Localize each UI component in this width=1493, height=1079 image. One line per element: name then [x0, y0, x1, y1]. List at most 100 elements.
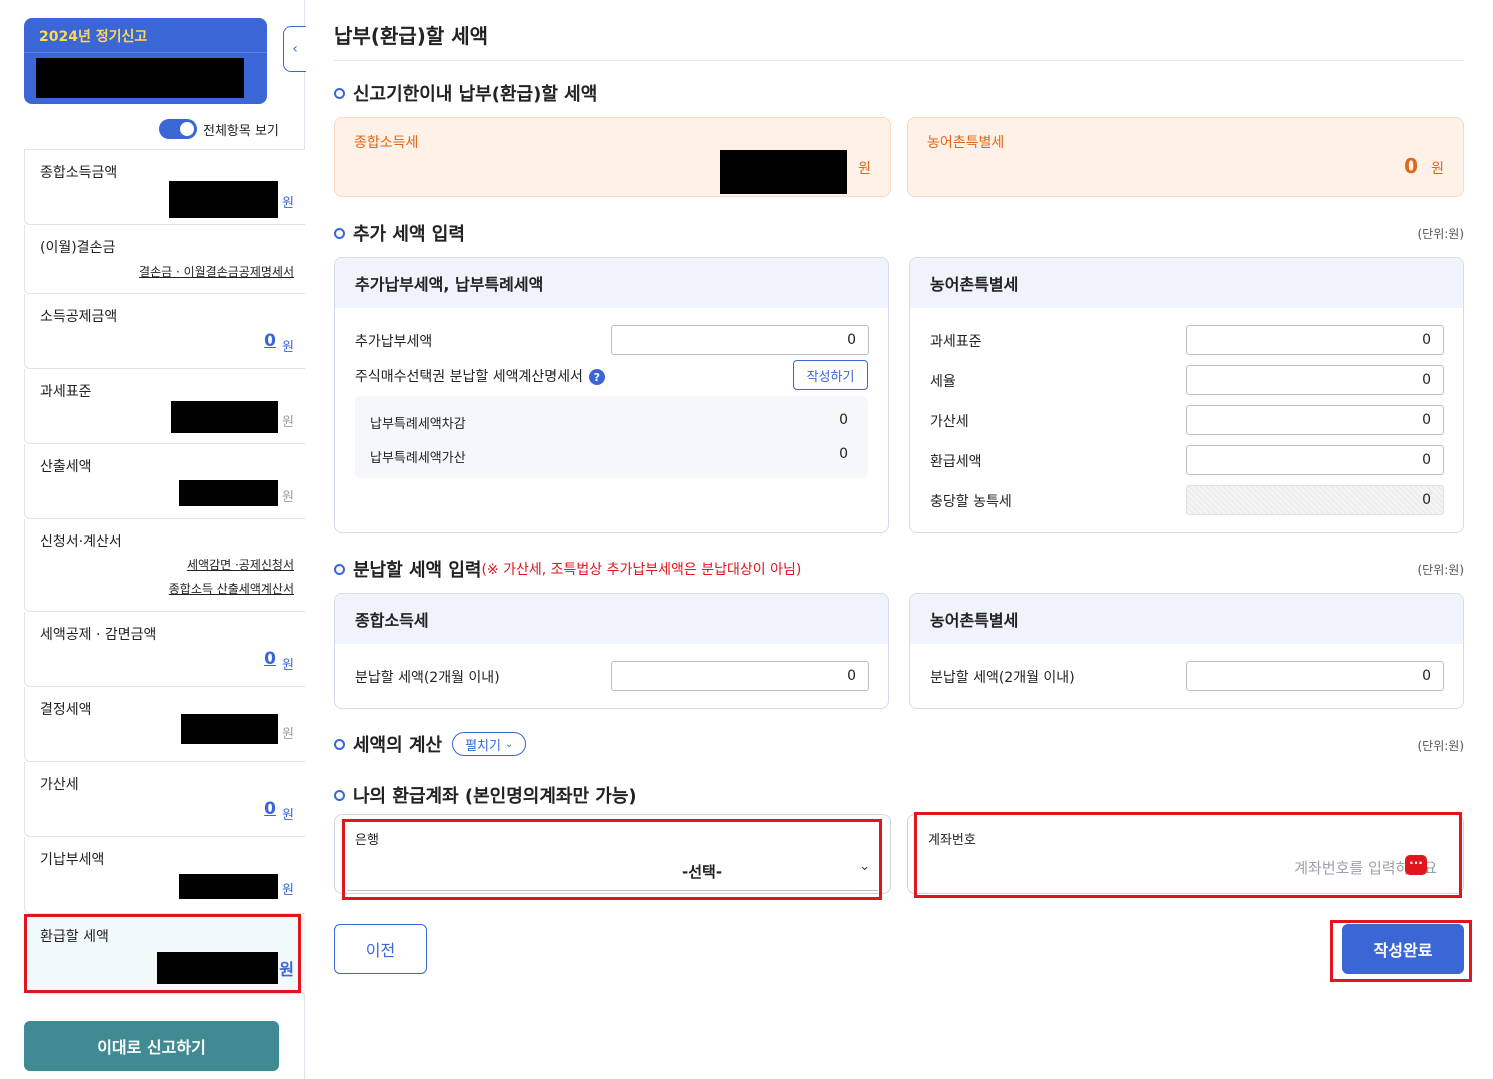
stock-option-label: 주식매수선택권 분납할 세액계산명세서 [355, 369, 583, 385]
redacted-name [36, 58, 244, 98]
summary-label: 소득공제금액 [40, 309, 118, 325]
summary-label: 결정세액 [40, 702, 92, 718]
tax-credit-application-link[interactable]: 세액감면 ·공제신청서 [187, 556, 294, 573]
section-bullet-icon [334, 563, 345, 575]
won-unit: 원 [858, 161, 871, 177]
rural-refund-input[interactable]: 0 [1186, 445, 1444, 475]
section-bullet-icon [334, 227, 345, 239]
filing-divider [24, 52, 267, 53]
rural-special-tax-panel: 농어촌특별세 과세표준 0 세율 0 가산세 0 환급세액 0 충당할 농특세 … [909, 257, 1464, 533]
summary-item-gross-income[interactable]: 종합소득금액 원 [24, 150, 305, 225]
panel-title: 종합소득세 [335, 594, 888, 644]
complete-button[interactable]: 작성완료 [1342, 924, 1464, 974]
summary-item-forms[interactable]: 신청서·계산서 세액감면 ·공제신청서 종합소득 산출세액계산서 [24, 519, 305, 612]
rural-penalty-input[interactable]: 0 [1186, 405, 1444, 435]
section-additional-tax: 추가 세액 입력 [334, 220, 465, 246]
additional-tax-input[interactable]: 0 [611, 325, 869, 355]
panel-title: 추가납부세액, 납부특례세액 [335, 258, 888, 308]
won-unit: 원 [282, 490, 294, 505]
installment-income-input[interactable]: 0 [611, 661, 869, 691]
won-unit: 원 [282, 196, 294, 211]
stock-option-row: 주식매수선택권 분납할 세액계산명세서? [355, 366, 605, 386]
redacted-amount [181, 714, 278, 744]
show-all-toggle[interactable] [159, 119, 197, 139]
filing-title: 2024년 정기신고 [39, 29, 148, 45]
show-all-toggle-row[interactable]: 전체항목 보기 [159, 119, 279, 139]
summary-item-penalty-tax[interactable]: 가산세 0 원 [24, 762, 305, 837]
income-tax-label: 종합소득세 [354, 135, 419, 151]
rural-offset-label: 충당할 농특세 [930, 494, 1012, 510]
summary-item-loss-carryforward[interactable]: (이월)결손금 결손금 · 이월결손금공제명세서 [24, 225, 305, 294]
main-content: 납부(환급)할 세액 신고기한이내 납부(환급)할 세액 종합소득세 원 농어촌… [334, 0, 1472, 1079]
previous-button[interactable]: 이전 [334, 924, 427, 974]
section-title: 신고기한이내 납부(환급)할 세액 [353, 84, 598, 105]
submit-filing-button[interactable]: 이대로 신고하기 [24, 1021, 279, 1071]
summary-item-determined-tax[interactable]: 결정세액 원 [24, 687, 305, 762]
special-add-value: 0 [839, 446, 848, 462]
special-deduct-value: 0 [839, 412, 848, 428]
penalty-tax-value[interactable]: 0 [264, 799, 276, 819]
filing-card: 2024년 정기신고 [24, 18, 267, 104]
section-title: 세액의 계산 [353, 735, 443, 756]
installment-label: 분납할 세액(2개월 이내) [355, 670, 500, 686]
summary-item-prepaid-tax[interactable]: 기납부세액 원 [24, 837, 305, 914]
chevron-down-icon: ⌄ [504, 738, 514, 750]
special-add-label: 납부특례세액가산 [370, 451, 466, 466]
rural-tax-base-input[interactable]: 0 [1186, 325, 1444, 355]
expand-button[interactable]: 펼치기 ⌄ [452, 732, 527, 756]
unit-label: (단위:원) [1417, 563, 1464, 577]
section-title: 분납할 세액 입력 [353, 560, 482, 581]
rural-refund-label: 환급세액 [930, 454, 982, 470]
additional-tax-label: 추가납부세액 [355, 334, 433, 350]
summary-item-calculated-tax[interactable]: 산출세액 원 [24, 444, 305, 519]
rural-offset-input: 0 [1186, 485, 1444, 515]
won-unit: 원 [282, 727, 294, 742]
section-tax-calculation: 세액의 계산 펼치기 ⌄ [334, 731, 527, 757]
summary-label: 산출세액 [40, 459, 92, 475]
additional-tax-panel: 추가납부세액, 납부특례세액 추가납부세액 0 주식매수선택권 분납할 세액계산… [334, 257, 889, 533]
installment-warning: (※ 가산세, 조특법상 추가납부세액은 분납대상이 아님) [481, 562, 802, 578]
won-unit: 원 [282, 415, 294, 430]
section-title: 나의 환급계좌 (본인명의계좌만 가능) [353, 786, 637, 807]
summary-item-income-deduction[interactable]: 소득공제금액 0 원 [24, 294, 305, 369]
redacted-amount [169, 181, 278, 218]
section-refund-account: 나의 환급계좌 (본인명의계좌만 가능) [334, 782, 637, 808]
section-bullet-icon [334, 738, 345, 750]
sidebar: 2024년 정기신고 ‹ 전체항목 보기 종합소득금액 원 (이월)결손금 결손… [0, 0, 306, 1079]
calculated-tax-statement-link[interactable]: 종합소득 산출세액계산서 [169, 580, 294, 597]
installment-rural-input[interactable]: 0 [1186, 661, 1444, 691]
summary-item-tax-credit[interactable]: 세액공제 · 감면금액 0 원 [24, 612, 305, 687]
installment-income-panel: 종합소득세 분납할 세액(2개월 이내) 0 [334, 593, 889, 709]
collapse-sidebar-button[interactable]: ‹ [283, 26, 306, 72]
redacted-amount [171, 401, 278, 433]
won-unit: 원 [282, 808, 294, 823]
rural-tax-rate-label: 세율 [930, 374, 956, 390]
summary-label: 가산세 [40, 777, 79, 793]
loss-statement-link[interactable]: 결손금 · 이월결손금공제명세서 [139, 263, 294, 280]
installment-label: 분납할 세액(2개월 이내) [930, 670, 1075, 686]
redacted-amount [179, 874, 278, 899]
unit-label: (단위:원) [1417, 227, 1464, 241]
page-title: 납부(환급)할 세액 [334, 24, 489, 48]
title-divider [334, 60, 1464, 61]
won-unit: 원 [1431, 161, 1444, 177]
summary-list: 종합소득금액 원 (이월)결손금 결손금 · 이월결손금공제명세서 소득공제금액… [24, 149, 305, 994]
tax-credit-value[interactable]: 0 [264, 649, 276, 669]
bank-highlight-frame [342, 819, 882, 900]
rural-tax-card: 농어촌특별세 0 원 [907, 117, 1464, 197]
help-icon[interactable]: ? [588, 369, 605, 385]
write-statement-button[interactable]: 작성하기 [793, 360, 868, 390]
section-installment: 분납할 세액 입력 (※ 가산세, 조특법상 추가납부세액은 분납대상이 아님) [334, 556, 801, 582]
income-deduction-value[interactable]: 0 [264, 331, 276, 351]
summary-item-tax-base[interactable]: 과세표준 원 [24, 369, 305, 444]
special-tax-box: 납부특례세액차감 0 납부특례세액가산 0 [355, 396, 868, 478]
won-unit: 원 [282, 883, 294, 898]
rural-tax-rate-input[interactable]: 0 [1186, 365, 1444, 395]
won-unit: 원 [282, 340, 294, 355]
section-title: 추가 세액 입력 [353, 224, 465, 245]
summary-label: 기납부세액 [40, 852, 105, 868]
refund-highlight-frame [24, 914, 301, 993]
expand-label: 펼치기 [465, 738, 501, 754]
panel-title: 농어촌특별세 [910, 258, 1463, 308]
account-highlight-frame [914, 812, 1462, 898]
